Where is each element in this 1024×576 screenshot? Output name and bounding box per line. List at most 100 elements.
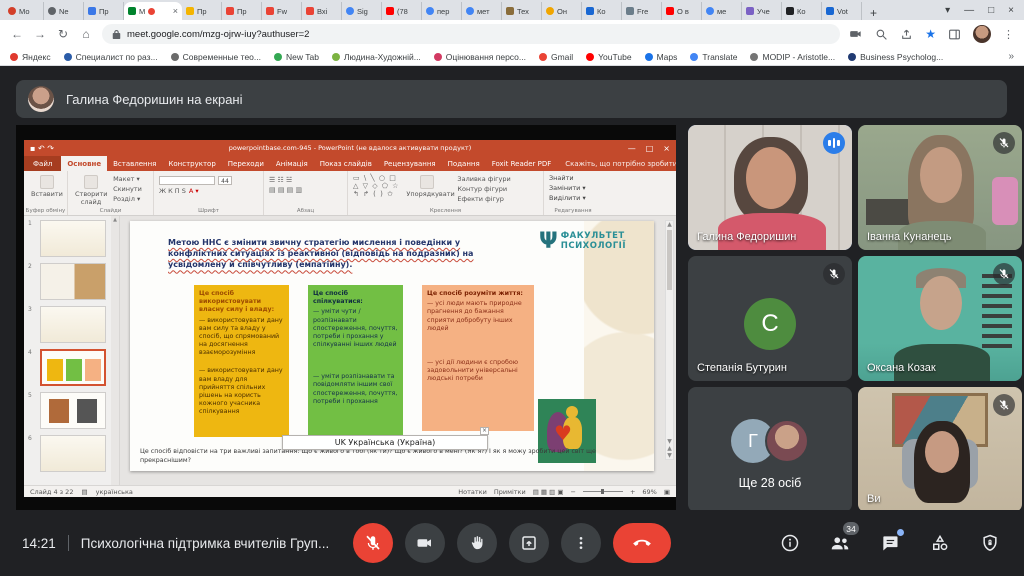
participant-tile-oksana[interactable]: Оксана Козак bbox=[858, 256, 1022, 381]
slide-thumbnail[interactable]: 5 bbox=[24, 390, 119, 433]
mute-button[interactable] bbox=[353, 523, 393, 563]
browser-tab[interactable]: Уче bbox=[742, 2, 782, 20]
language-bar-close-icon[interactable]: × bbox=[480, 427, 489, 435]
browser-tab[interactable]: Он bbox=[542, 2, 582, 20]
browser-tab-active-meet[interactable]: М× bbox=[124, 2, 182, 20]
shapes-gallery[interactable]: ▭ \ ╲ ○ □△ ▽ ◇ ⬠ ☆↰ ↱ ( ) ✩ bbox=[353, 174, 399, 205]
participant-tile-galina[interactable]: Галина Федоришин bbox=[688, 125, 852, 250]
camera-button[interactable] bbox=[405, 523, 445, 563]
notes-button[interactable]: Нотатки bbox=[458, 488, 487, 496]
forward-icon[interactable]: → bbox=[33, 27, 47, 41]
slide-vertical-scrollbar[interactable]: ▲▼▲▼ bbox=[665, 220, 674, 460]
bookmark-item[interactable]: Business Psycholog... bbox=[848, 52, 943, 62]
ppt-tell-me-box[interactable]: Скажіть, що потрібно зробити... bbox=[557, 156, 676, 171]
ppt-tab-review[interactable]: Рецензування bbox=[378, 156, 442, 171]
profile-avatar[interactable] bbox=[973, 25, 991, 43]
minimize-button[interactable]: — bbox=[964, 5, 974, 16]
ppt-tab-slideshow[interactable]: Показ слайдів bbox=[314, 156, 378, 171]
browser-tab[interactable]: Fre bbox=[622, 2, 662, 20]
raise-hand-button[interactable] bbox=[457, 523, 497, 563]
select-button[interactable]: Виділити ▾ bbox=[549, 194, 597, 204]
ppt-tab-home[interactable]: Основне bbox=[61, 156, 107, 171]
side-panel-icon[interactable] bbox=[948, 28, 961, 41]
zoom-slider[interactable] bbox=[583, 491, 623, 492]
activities-button[interactable] bbox=[928, 531, 952, 555]
zoom-out-button[interactable]: − bbox=[570, 488, 575, 496]
camera-share-icon[interactable] bbox=[849, 27, 863, 41]
ppt-tab-transitions[interactable]: Переходи bbox=[222, 156, 270, 171]
ppt-tab-animations[interactable]: Анімація bbox=[270, 156, 314, 171]
bookmarks-overflow-icon[interactable]: » bbox=[1008, 51, 1014, 62]
arrange-button[interactable]: Упорядкувати bbox=[406, 175, 448, 204]
browser-tab[interactable]: Пр bbox=[222, 2, 262, 20]
ppt-tab-file[interactable]: Файл bbox=[24, 156, 61, 171]
reload-icon[interactable]: ↻ bbox=[56, 27, 70, 41]
new-tab-button[interactable]: + bbox=[862, 6, 885, 20]
bookmark-item[interactable]: New Tab bbox=[274, 52, 319, 62]
browser-tab[interactable]: Пр bbox=[84, 2, 124, 20]
browser-tab[interactable]: Пр bbox=[182, 2, 222, 20]
bookmark-item[interactable]: Translate bbox=[690, 52, 737, 62]
comments-button[interactable]: Примітки bbox=[494, 488, 526, 496]
zoom-in-button[interactable]: + bbox=[630, 488, 635, 496]
fit-slide-button[interactable]: ▣ bbox=[664, 488, 670, 496]
browser-tab[interactable]: Тех bbox=[502, 2, 542, 20]
participant-tile-stepania[interactable]: С Степанія Бутурин bbox=[688, 256, 852, 381]
section-button[interactable]: Розділ ▾ bbox=[113, 195, 142, 205]
bookmark-item[interactable]: Gmail bbox=[539, 52, 573, 62]
ppt-minimize-button[interactable]: — bbox=[628, 144, 636, 153]
people-button[interactable]: 34 bbox=[828, 531, 852, 555]
ppt-maximize-button[interactable]: □ bbox=[646, 144, 654, 153]
browser-tab[interactable]: ме bbox=[702, 2, 742, 20]
shape-fill-button[interactable]: Заливка фігури bbox=[457, 175, 510, 185]
ppt-tab-foxit[interactable]: Foxit Reader PDF bbox=[486, 156, 558, 171]
new-slide-button[interactable]: Створити слайд bbox=[75, 175, 107, 206]
bookmark-item[interactable]: Яндекс bbox=[10, 52, 51, 62]
ppt-tab-view[interactable]: Подання bbox=[442, 156, 486, 171]
bookmark-item[interactable]: YouTube bbox=[586, 52, 631, 62]
bookmark-star-icon[interactable]: ★ bbox=[925, 27, 936, 41]
shape-effects-button[interactable]: Ефекти фігур bbox=[457, 195, 510, 205]
bookmark-item[interactable]: Специалист по раз... bbox=[64, 52, 158, 62]
ppt-quick-access-toolbar[interactable]: ▪ ↶ ↷ bbox=[30, 144, 54, 153]
info-button[interactable] bbox=[778, 531, 802, 555]
font-size-select[interactable]: 44 bbox=[218, 176, 232, 185]
slide-thumbnail[interactable]: 3 bbox=[24, 304, 119, 347]
maximize-button[interactable]: □ bbox=[988, 5, 994, 16]
browser-tab[interactable]: Sig bbox=[342, 2, 382, 20]
shape-outline-button[interactable]: Контур фігури bbox=[457, 185, 510, 195]
view-buttons[interactable]: ▤ ▦ ▥ ▣ bbox=[533, 488, 564, 496]
participant-tile-you[interactable]: Ви bbox=[858, 387, 1022, 510]
browser-tab[interactable]: (78 bbox=[382, 2, 422, 20]
slide-thumbnail-active[interactable]: 4 bbox=[24, 347, 119, 390]
browser-tab[interactable]: Vot bbox=[822, 2, 862, 20]
browser-tab[interactable]: Ко bbox=[782, 2, 822, 20]
tab-search-icon[interactable]: ▾ bbox=[945, 5, 950, 16]
ppt-close-button[interactable]: × bbox=[663, 144, 670, 153]
font-color-button[interactable]: A ▾ bbox=[189, 187, 199, 195]
bookmark-item[interactable]: Maps bbox=[645, 52, 678, 62]
host-controls-button[interactable] bbox=[978, 531, 1002, 555]
spellcheck-icon[interactable]: ▤ bbox=[81, 488, 87, 496]
slide-thumbnail[interactable]: 6 bbox=[24, 433, 119, 476]
slide-thumbnail[interactable]: 1 bbox=[24, 218, 119, 261]
browser-tab[interactable]: пер bbox=[422, 2, 462, 20]
list-buttons[interactable]: ☰ ☷ ☱ bbox=[269, 176, 292, 184]
bookmark-item[interactable]: Современные тео... bbox=[171, 52, 261, 62]
thumbnail-scrollbar[interactable]: ▲ bbox=[111, 216, 119, 485]
reset-button[interactable]: Скинути bbox=[113, 185, 142, 195]
browser-tab[interactable]: О в bbox=[662, 2, 702, 20]
language-bar[interactable]: UK Українська (Україна) × bbox=[282, 435, 488, 450]
share-icon[interactable] bbox=[900, 28, 913, 41]
browser-tab[interactable]: Fw bbox=[262, 2, 302, 20]
slide-thumbnail[interactable]: 2 bbox=[24, 261, 119, 304]
font-style-buttons[interactable]: Ж К П S bbox=[159, 187, 186, 195]
more-options-button[interactable] bbox=[561, 523, 601, 563]
find-button[interactable]: Знайти bbox=[549, 174, 597, 184]
ppt-tab-insert[interactable]: Вставлення bbox=[107, 156, 162, 171]
browser-menu-icon[interactable]: ⋮ bbox=[1003, 28, 1014, 41]
browser-tab[interactable]: Ко bbox=[582, 2, 622, 20]
browser-tab[interactable]: мет bbox=[462, 2, 502, 20]
back-icon[interactable]: ← bbox=[10, 27, 24, 41]
participant-tile-overflow[interactable]: Г Ще 28 осіб bbox=[688, 387, 852, 510]
